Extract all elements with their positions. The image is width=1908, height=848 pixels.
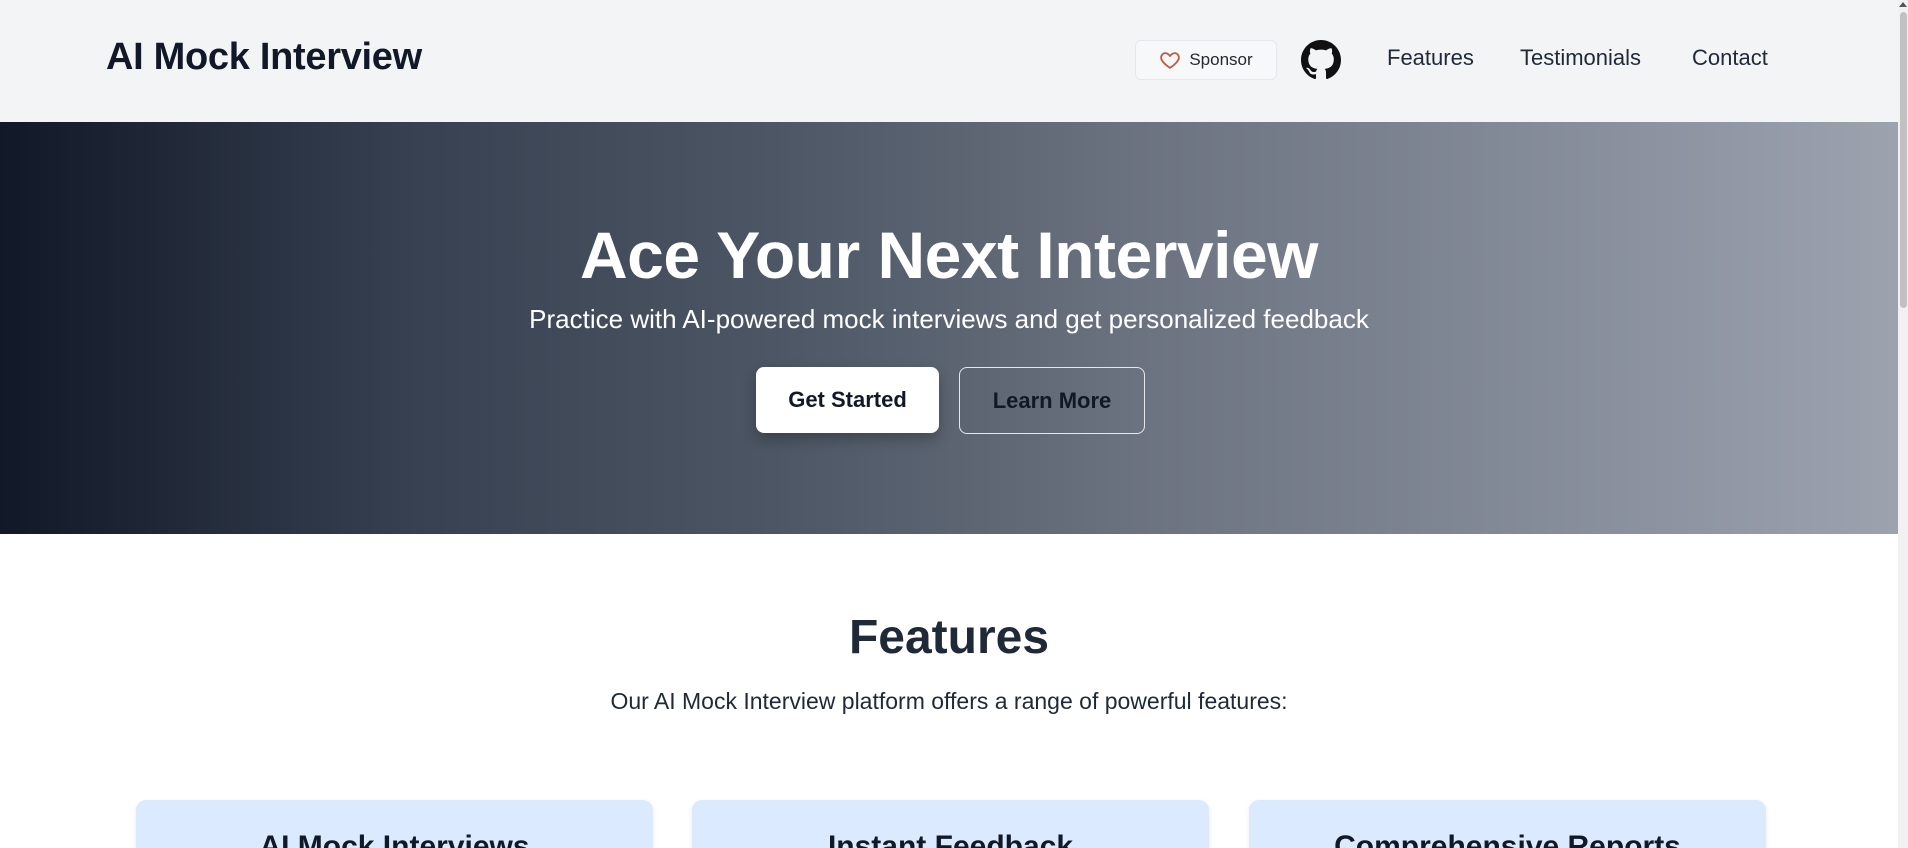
feature-card-title: Instant Feedback	[827, 830, 1074, 848]
scrollbar-thumb[interactable]	[1900, 12, 1907, 308]
vertical-scrollbar[interactable]	[1898, 0, 1908, 848]
hero-subtitle: Practice with AI-powered mock interviews…	[529, 304, 1369, 334]
feature-card-comprehensive-reports: Comprehensive Reports	[1249, 800, 1766, 848]
feature-card-title: Comprehensive Reports	[1334, 830, 1681, 848]
nav-features-link[interactable]: Features	[1387, 45, 1474, 71]
feature-card-ai-mock-interviews: AI Mock Interviews	[136, 800, 653, 848]
github-icon[interactable]	[1301, 40, 1341, 80]
feature-card-instant-feedback: Instant Feedback	[692, 800, 1209, 848]
hero-section: Ace Your Next Interview Practice with AI…	[0, 122, 1898, 534]
heart-icon	[1160, 52, 1181, 69]
page: AI Mock Interview Sponsor Features Testi…	[0, 0, 1908, 848]
scroll-up-arrow-icon[interactable]	[1899, 2, 1907, 7]
hero-title: Ace Your Next Interview	[580, 218, 1319, 292]
sponsor-label: Sponsor	[1189, 50, 1253, 69]
nav-testimonials-link[interactable]: Testimonials	[1520, 45, 1641, 71]
feature-card-title: AI Mock Interviews	[259, 830, 530, 848]
learn-more-button[interactable]: Learn More	[959, 367, 1145, 434]
features-subtitle: Our AI Mock Interview platform offers a …	[610, 688, 1288, 714]
get-started-button[interactable]: Get Started	[756, 367, 939, 433]
nav-contact-link[interactable]: Contact	[1692, 45, 1768, 71]
site-header: AI Mock Interview Sponsor Features Testi…	[0, 0, 1898, 122]
features-title: Features	[848, 611, 1050, 664]
brand-title[interactable]: AI Mock Interview	[106, 36, 422, 79]
sponsor-button[interactable]: Sponsor	[1135, 40, 1277, 80]
